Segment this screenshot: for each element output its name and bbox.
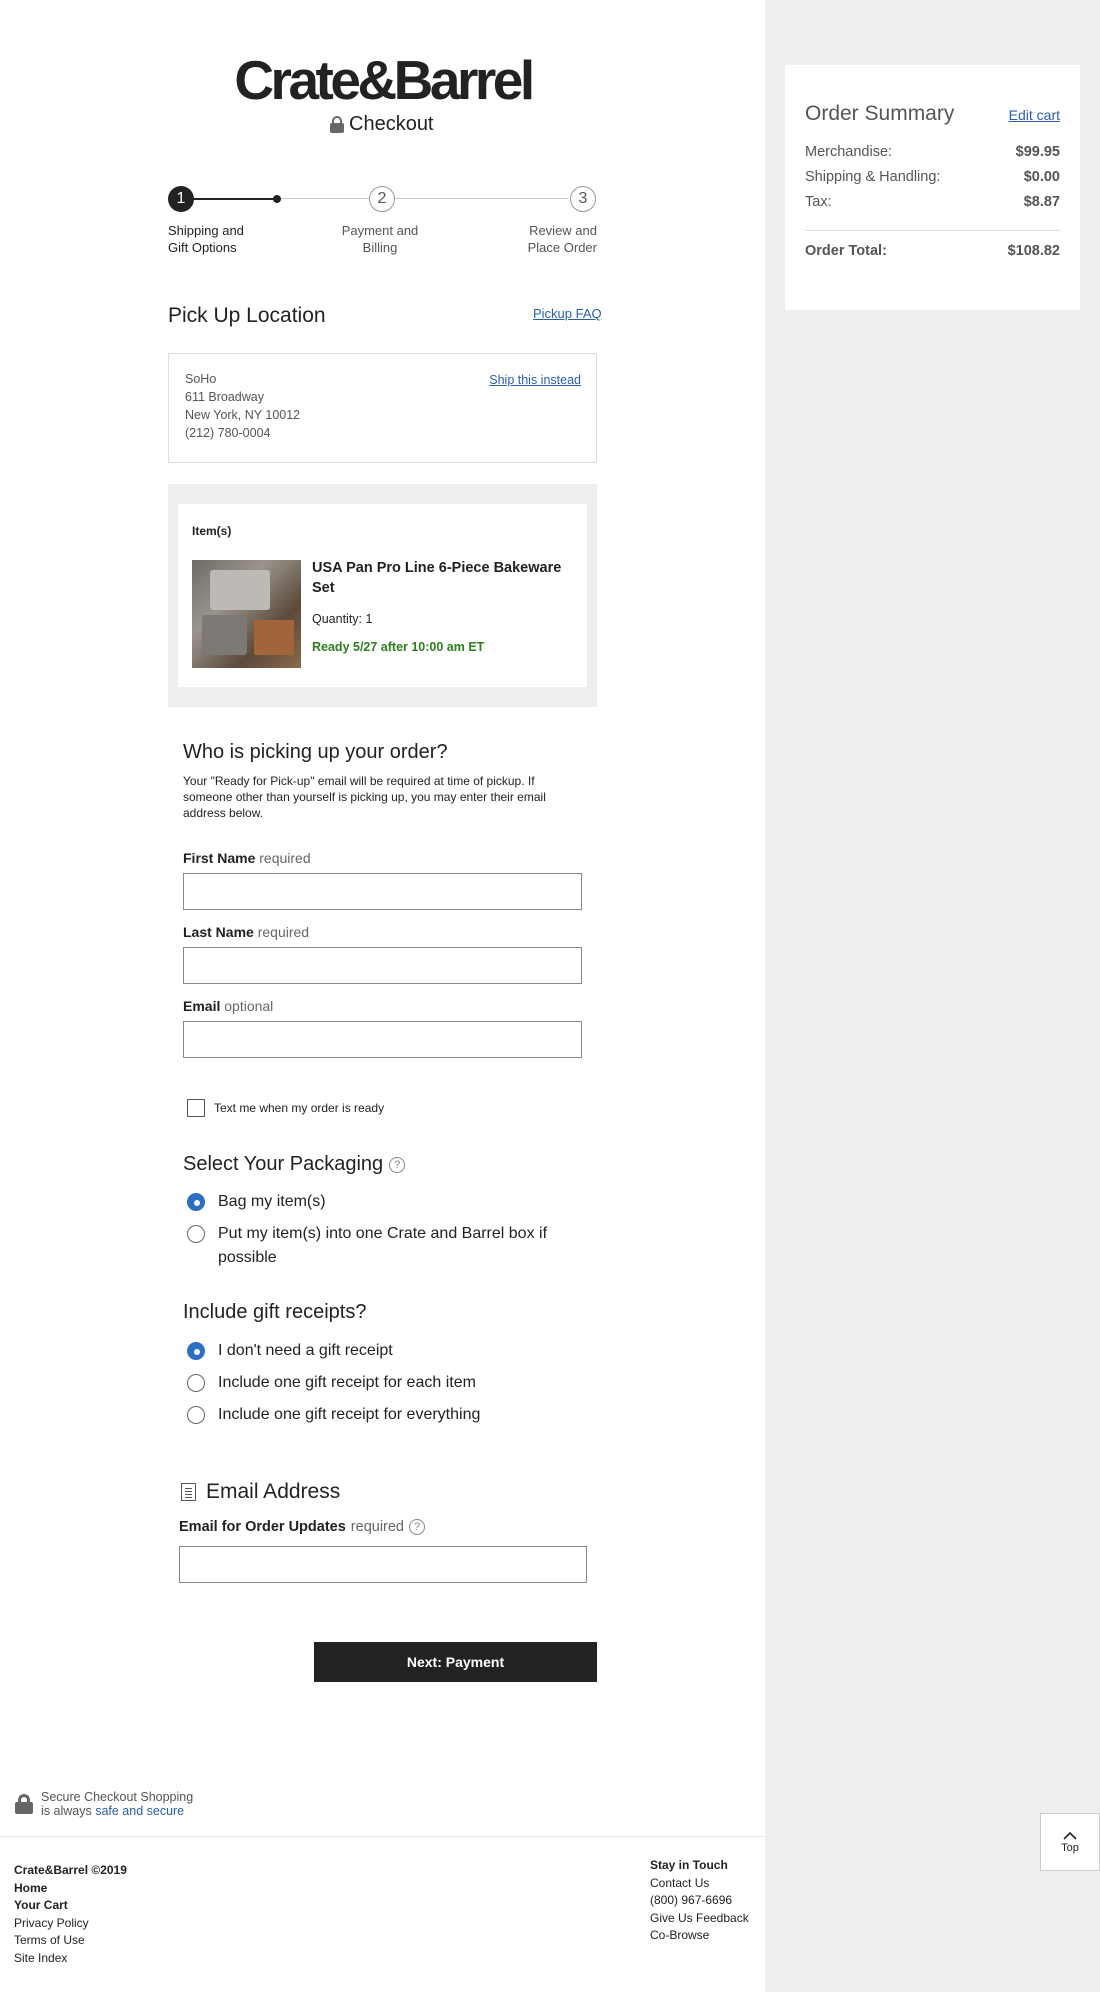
gift-receipts-title: Include gift receipts? — [183, 1301, 367, 1323]
who-picking-up-description: Your "Ready for Pick-up" email will be r… — [183, 774, 546, 820]
product-name: USA Pan Pro Line 6-Piece Bakeware Set — [312, 560, 562, 596]
safe-and-secure-link[interactable]: safe and secure — [95, 1804, 184, 1818]
summary-order-total: Order Total: $108.82 — [805, 243, 1060, 259]
pickup-email-input[interactable] — [183, 1021, 582, 1058]
radio-unselected-icon[interactable] — [187, 1374, 205, 1392]
step-1-circle: 1 — [168, 186, 194, 212]
step-2-label: Payment and Billing — [341, 223, 419, 255]
brand-logo[interactable]: Crate&Barrel — [228, 50, 538, 110]
lock-icon — [330, 116, 344, 133]
order-summary: Order Summary Edit cart Merchandise: $99.… — [785, 65, 1080, 310]
footer-link-feedback[interactable]: Give Us Feedback — [650, 1910, 749, 1928]
stay-in-touch-title: Stay in Touch — [650, 1858, 728, 1872]
last-name-label: Last Name required — [183, 924, 310, 940]
radio-unselected-icon[interactable] — [187, 1225, 205, 1243]
footer-link-cobrowse[interactable]: Co-Browse — [650, 1927, 749, 1945]
back-to-top-button[interactable]: Top — [1040, 1813, 1100, 1871]
gift-option-each-item[interactable]: Include one gift receipt for each item — [187, 1371, 476, 1395]
order-updates-email-input[interactable] — [179, 1546, 587, 1583]
summary-row-shipping: Shipping & Handling: $0.00 — [805, 169, 1060, 185]
progress-line-pending — [281, 198, 569, 199]
gift-option-everything[interactable]: Include one gift receipt for everything — [187, 1403, 480, 1427]
edit-cart-link[interactable]: Edit cart — [1009, 107, 1060, 123]
first-name-input[interactable] — [183, 873, 582, 910]
lock-icon — [15, 1794, 33, 1814]
order-summary-title: Order Summary — [805, 102, 955, 125]
packaging-option-bag[interactable]: Bag my item(s) — [187, 1190, 326, 1214]
store-address-line2: New York, NY 10012 — [185, 408, 301, 422]
ready-status: Ready 5/27 after 10:00 am ET — [312, 640, 485, 654]
checkout-heading: Checkout — [330, 113, 434, 136]
document-icon — [181, 1483, 196, 1501]
radio-unselected-icon[interactable] — [187, 1406, 205, 1424]
footer-link-home[interactable]: Home — [14, 1880, 127, 1898]
who-picking-up-title: Who is picking up your order? — [183, 741, 448, 763]
step-2-circle: 2 — [369, 186, 395, 212]
pickup-location-title: Pick Up Location — [168, 304, 326, 327]
footer-phone[interactable]: (800) 967-6696 — [650, 1892, 749, 1910]
packaging-title: Select Your Packaging ? — [183, 1153, 406, 1176]
step-3-label: Review and Place Order — [527, 223, 597, 255]
help-icon[interactable]: ? — [389, 1156, 406, 1173]
items-label: Item(s) — [192, 524, 232, 538]
footer-copyright: Crate&Barrel ©2019 — [14, 1863, 127, 1877]
gift-option-none[interactable]: I don't need a gift receipt — [187, 1339, 393, 1363]
store-card: SoHo 611 Broadway New York, NY 10012 (21… — [168, 353, 597, 463]
footer-link-site-index[interactable]: Site Index — [14, 1950, 127, 1968]
summary-row-tax: Tax: $8.87 — [805, 194, 1060, 210]
step-3-circle: 3 — [570, 186, 596, 212]
email-label: Email optional — [183, 998, 274, 1014]
footer-link-terms[interactable]: Terms of Use — [14, 1932, 127, 1950]
last-name-input[interactable] — [183, 947, 582, 984]
text-me-label: Text me when my order is ready — [214, 1101, 385, 1115]
first-name-label: First Name required — [183, 850, 311, 866]
summary-row-merchandise: Merchandise: $99.95 — [805, 144, 1060, 160]
radio-selected-icon[interactable] — [187, 1342, 205, 1360]
step-1-label: Shipping and Gift Options — [168, 223, 244, 255]
help-icon[interactable]: ? — [409, 1519, 425, 1535]
footer-stay-in-touch: Stay in Touch Contact Us (800) 967-6696 … — [650, 1857, 749, 1945]
email-address-title: Email Address — [181, 1480, 340, 1504]
items-panel: Item(s) USA Pan Pro Line 6-Piece Bakewar… — [168, 484, 597, 707]
text-me-checkbox[interactable] — [187, 1099, 205, 1117]
secure-checkout-note: Secure Checkout Shopping is always safe a… — [15, 1790, 193, 1818]
footer-divider — [0, 1836, 765, 1837]
progress-marker — [273, 195, 281, 203]
chevron-up-icon — [1063, 1831, 1077, 1840]
radio-selected-icon[interactable] — [187, 1193, 205, 1211]
text-me-option[interactable]: Text me when my order is ready — [187, 1099, 384, 1117]
pickup-faq-link[interactable]: Pickup FAQ — [533, 306, 602, 321]
footer-links: Crate&Barrel ©2019 Home Your Cart Privac… — [14, 1862, 127, 1967]
packaging-option-box[interactable]: Put my item(s) into one Crate and Barrel… — [187, 1222, 547, 1270]
footer-link-contact[interactable]: Contact Us — [650, 1875, 749, 1893]
next-payment-button[interactable]: Next: Payment — [314, 1642, 597, 1682]
store-phone: (212) 780-0004 — [185, 426, 271, 440]
product-image[interactable] — [192, 560, 301, 668]
progress-line-complete — [181, 198, 277, 200]
footer-link-privacy[interactable]: Privacy Policy — [14, 1915, 127, 1933]
order-updates-email-label: Email for Order Updates required ? — [179, 1519, 425, 1535]
footer-link-cart[interactable]: Your Cart — [14, 1897, 127, 1915]
summary-divider — [805, 230, 1060, 231]
ship-this-instead-link[interactable]: Ship this instead — [489, 373, 581, 387]
store-address-line1: 611 Broadway — [185, 390, 264, 404]
product-quantity: Quantity: 1 — [312, 612, 373, 626]
